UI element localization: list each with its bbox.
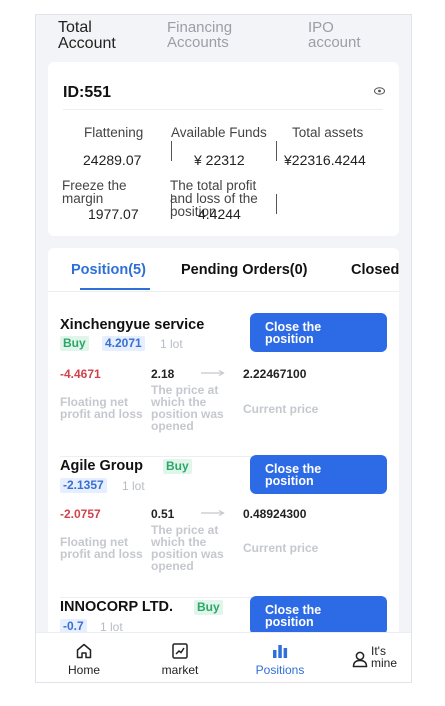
nav-positions[interactable]: Positions [232,633,328,682]
change-badge: -2.1357 [60,478,107,493]
tab-pending-orders[interactable]: Pending Orders(0) [181,262,308,278]
arrow-right-icon [201,370,225,376]
position-name: Agile Group [60,458,143,474]
side-badge: Buy [194,600,223,615]
close-position-button[interactable]: Close the position [250,313,387,352]
side-badge: Buy [163,459,192,474]
tab-position[interactable]: Position(5) [71,262,146,278]
side-badge: Buy [60,336,89,351]
tab-total-account[interactable]: Total Account [58,20,148,52]
change-badge: 4.2071 [102,336,145,351]
stat-value-flattening: 24289.07 [83,152,142,168]
account-id: ID:551 [63,84,112,101]
stat-label-available-funds: Available Funds [171,125,267,140]
stat-value-available-funds: ¥ 22312 [194,152,245,168]
nav-mine[interactable]: It's mine [346,633,408,682]
stat-value-freeze-margin: 1977.07 [88,206,139,222]
home-icon [76,643,92,659]
divider [171,141,172,161]
floating-pnl-label: Floating net profit and loss [60,535,143,561]
stat-label-total-assets: Total assets [292,125,364,140]
tab-closed[interactable]: Closed [351,262,399,278]
open-price-label: The price at which the position was open… [151,383,224,433]
bottom-nav: Home market Positions It's mine [36,632,411,682]
divider [63,109,383,110]
position-item: Xinchengyue service Buy 4.2071 1 lot Clo… [48,313,399,458]
open-price-value: 2.18 [151,367,175,381]
close-position-button[interactable]: Close the position [250,455,387,494]
open-price-value: 0.51 [151,507,175,521]
eye-icon[interactable] [374,87,385,95]
bars-icon [273,645,288,658]
position-item: Agile Group Buy -2.1357 1 lot Close the … [48,455,399,599]
active-tab-indicator [80,288,150,290]
nav-label: It's mine [371,644,398,670]
user-icon [352,651,368,668]
current-price-label: Current price [243,402,319,416]
lot-size: 1 lot [160,337,183,351]
lot-size: 1 lot [122,479,145,493]
chart-icon [172,643,188,659]
divider [276,141,277,161]
arrow-right-icon [201,510,225,516]
nav-label: Home [67,663,100,677]
floating-pnl-value: -4.4671 [60,367,101,381]
floating-pnl-label: Floating net profit and loss [60,395,143,421]
position-name: Xinchengyue service [60,317,205,333]
stat-label-freeze-margin: Freeze the margin [62,178,127,206]
nav-label: market [161,663,199,677]
tab-ipo-account[interactable]: IPO account [308,20,388,50]
tab-financing-accounts[interactable]: Financing Accounts [167,20,277,50]
account-card: ID:551 Flattening 24289.07 Available Fun… [48,62,399,236]
floating-pnl-value: -2.0757 [60,507,101,521]
stat-value-total-profit-loss: 4.4244 [198,206,241,222]
close-position-button[interactable]: Close the position [250,596,387,635]
current-price-value: 2.22467100 [243,367,307,381]
nav-label: Positions [255,663,305,677]
positions-panel: Position(5) Pending Orders(0) Closed Xin… [48,248,399,638]
app-screen: Total Account Financing Accounts IPO acc… [35,14,412,683]
stat-label-flattening: Flattening [84,125,144,140]
position-tabs: Position(5) Pending Orders(0) Closed [48,248,399,292]
position-name: INNOCORP LTD. [60,599,174,615]
divider [276,194,277,214]
open-price-label: The price at which the position was open… [151,523,224,573]
account-tabs: Total Account Financing Accounts IPO acc… [36,15,411,57]
current-price-value: 0.48924300 [243,507,307,521]
nav-market[interactable]: market [132,633,228,682]
current-price-label: Current price [243,541,319,555]
nav-home[interactable]: Home [36,633,132,682]
stat-value-total-assets: ¥22316.4244 [284,152,366,168]
